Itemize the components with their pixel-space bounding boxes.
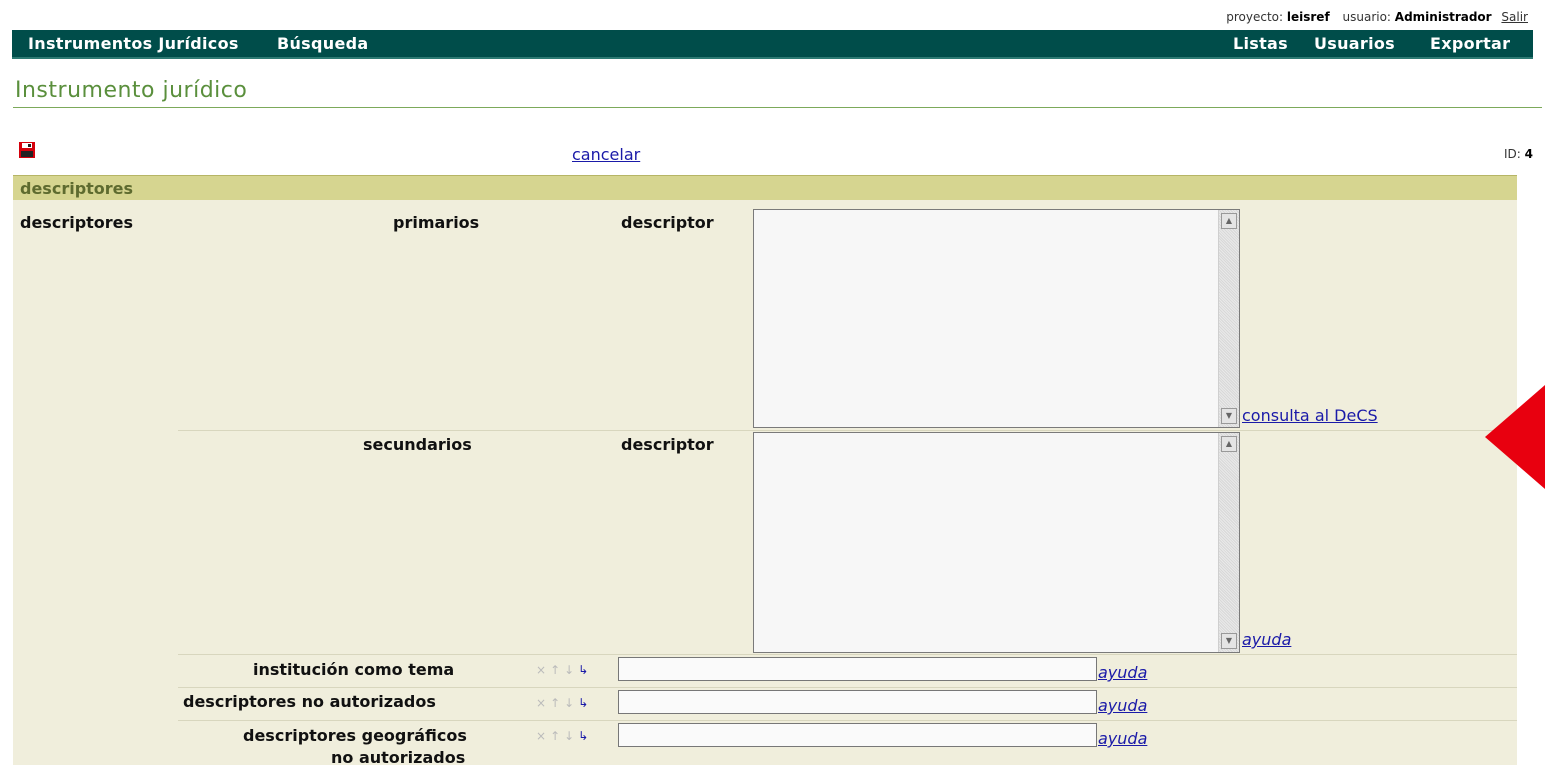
primary-scrollbar[interactable]: ▲ ▼: [1218, 210, 1239, 427]
secondary-scrollbar[interactable]: ▲ ▼: [1218, 433, 1239, 652]
nav-usuarios[interactable]: Usuarios: [1314, 34, 1395, 53]
field-controls: ×↑↓↳: [536, 696, 592, 710]
scroll-up-icon[interactable]: ▲: [1221, 213, 1237, 229]
add-icon[interactable]: ↳: [578, 729, 592, 743]
section-header-title: descriptores: [20, 179, 134, 198]
nav-busqueda[interactable]: Búsqueda: [277, 34, 368, 53]
id-label: ID:: [1503, 147, 1521, 161]
row-divider: [178, 720, 1517, 721]
secondary-descriptor-textarea[interactable]: ▲ ▼: [753, 432, 1240, 653]
primary-descriptor-textarea[interactable]: ▲ ▼: [753, 209, 1240, 428]
user-label: usuario:: [1342, 10, 1391, 24]
add-icon[interactable]: ↳: [578, 663, 592, 677]
help-link[interactable]: ayuda: [1242, 630, 1291, 649]
id-value: 4: [1524, 147, 1533, 161]
geograficos-input[interactable]: [618, 723, 1097, 747]
logout-link[interactable]: Salir: [1501, 10, 1528, 24]
nav-exportar[interactable]: Exportar: [1430, 34, 1510, 53]
scroll-up-icon[interactable]: ▲: [1221, 436, 1237, 452]
row-divider: [178, 687, 1517, 688]
annotation-arrow: [1485, 385, 1545, 489]
user-info-bar: proyecto: leisref usuario: Administrador…: [1226, 10, 1528, 24]
remove-icon[interactable]: ×: [536, 696, 550, 710]
add-icon[interactable]: ↳: [578, 696, 592, 710]
move-down-icon[interactable]: ↓: [564, 663, 578, 677]
scroll-down-icon[interactable]: ▼: [1221, 633, 1237, 649]
remove-icon[interactable]: ×: [536, 663, 550, 677]
descriptores-panel: descriptores primarios descriptor ▲ ▼ co…: [13, 200, 1517, 767]
scroll-down-icon[interactable]: ▼: [1221, 408, 1237, 424]
move-up-icon[interactable]: ↑: [550, 663, 564, 677]
primary-label: primarios: [393, 213, 480, 232]
field-label-geograficos: descriptores geográficos: [243, 726, 467, 745]
record-id: ID: 4: [1504, 147, 1533, 161]
save-icon[interactable]: [18, 141, 36, 159]
no-autorizados-input[interactable]: [618, 690, 1097, 714]
page-title: Instrumento jurídico: [15, 78, 248, 103]
secondary-descriptor-label: descriptor: [621, 435, 714, 454]
move-up-icon[interactable]: ↑: [550, 729, 564, 743]
field-label-geograficos-2: no autorizados: [331, 748, 466, 767]
help-link[interactable]: ayuda: [1098, 663, 1147, 682]
remove-icon[interactable]: ×: [536, 729, 550, 743]
nav-listas[interactable]: Listas: [1233, 34, 1288, 53]
project-value: leisref: [1286, 10, 1330, 24]
move-down-icon[interactable]: ↓: [564, 729, 578, 743]
nav-instrumentos-juridicos[interactable]: Instrumentos Jurídicos: [28, 34, 239, 53]
title-divider: [13, 107, 1542, 108]
institucion-input[interactable]: [618, 657, 1097, 681]
row-divider: [178, 654, 1517, 655]
primary-descriptor-label: descriptor: [621, 213, 714, 232]
cancel-link[interactable]: cancelar: [572, 145, 640, 164]
help-link[interactable]: ayuda: [1098, 729, 1147, 748]
project-label: proyecto:: [1226, 10, 1284, 24]
row-divider: [178, 430, 1517, 431]
main-navbar: Instrumentos Jurídicos Búsqueda Listas U…: [12, 30, 1533, 59]
user-value: Administrador: [1394, 10, 1492, 24]
move-up-icon[interactable]: ↑: [550, 696, 564, 710]
field-label-institucion: institución como tema: [253, 660, 455, 679]
field-controls: ×↑↓↳: [536, 729, 592, 743]
field-controls: ×↑↓↳: [536, 663, 592, 677]
decs-consult-link[interactable]: consulta al DeCS: [1242, 406, 1378, 425]
section-header: descriptores: [13, 175, 1517, 200]
secondary-label: secundarios: [363, 435, 472, 454]
field-label-no-autorizados: descriptores no autorizados: [183, 692, 436, 711]
move-down-icon[interactable]: ↓: [564, 696, 578, 710]
group-label: descriptores: [20, 213, 134, 232]
help-link[interactable]: ayuda: [1098, 696, 1147, 715]
